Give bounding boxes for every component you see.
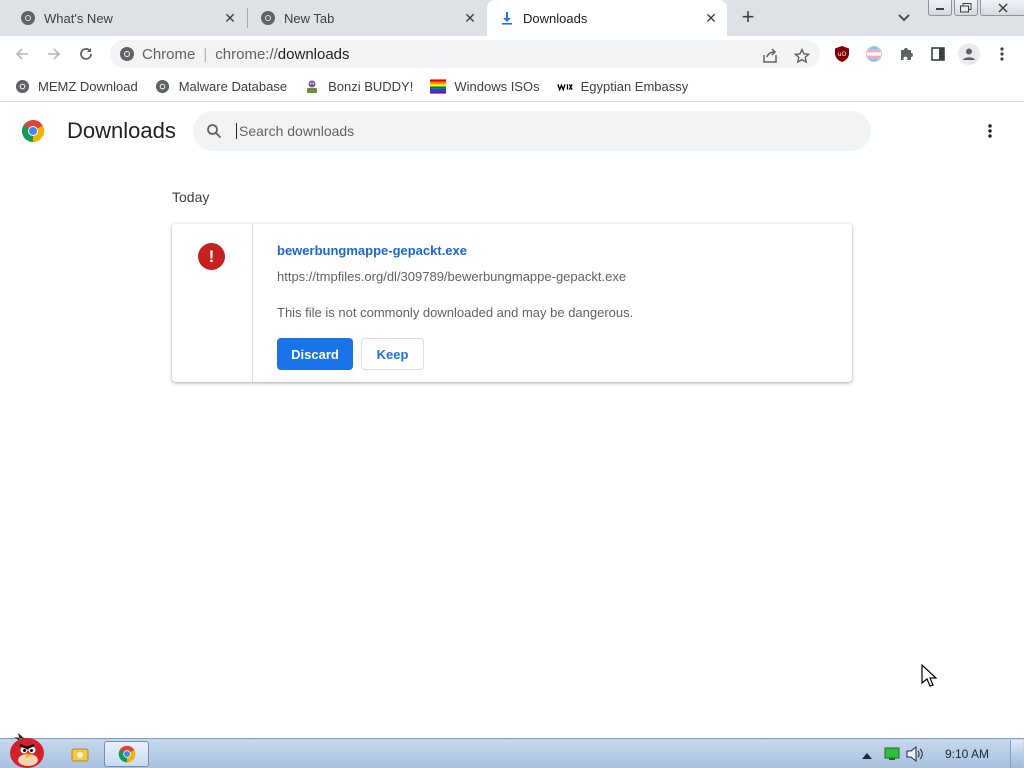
- bonzi-icon: [304, 79, 320, 95]
- forward-arrow-icon[interactable]: [42, 42, 66, 66]
- ublock-origin-icon[interactable]: uO: [832, 44, 852, 64]
- bookmark-label: Malware Database: [178, 79, 288, 94]
- explorer-quicklaunch-icon[interactable]: [71, 745, 89, 763]
- address-bar[interactable]: Chrome | chrome:// downloads: [110, 40, 820, 68]
- bookmark-label: Windows ISOs: [454, 79, 540, 94]
- url-host: downloads: [277, 45, 350, 63]
- back-arrow-icon[interactable]: [10, 42, 34, 66]
- chevron-down-icon[interactable]: [894, 8, 914, 28]
- download-item-card: ! bewerbungmappe-gepackt.exe https://tmp…: [172, 224, 852, 382]
- chrome-globe-icon: [260, 10, 276, 26]
- bookmark-bonzi-buddy[interactable]: Bonzi BUDDY!: [304, 79, 413, 95]
- tab-title: New Tab: [284, 10, 335, 26]
- restore-button[interactable]: [954, 0, 978, 16]
- site-chip: Chrome: [142, 45, 196, 63]
- show-hidden-icons-icon[interactable]: [861, 748, 873, 760]
- downloads-header: Downloads: [0, 103, 1024, 159]
- chrome-taskbar-icon: [118, 745, 135, 763]
- chrome-logo-icon: [21, 119, 45, 143]
- minimize-button[interactable]: [928, 0, 952, 16]
- start-button-angry-bird-icon[interactable]: [4, 729, 50, 768]
- url-scheme: chrome://: [215, 45, 278, 63]
- search-downloads-box[interactable]: [193, 111, 871, 151]
- discard-button[interactable]: Discard: [277, 338, 353, 370]
- bookmark-windows-isos[interactable]: Windows ISOs: [430, 79, 540, 95]
- close-icon[interactable]: ✕: [460, 8, 480, 28]
- download-file-name-link[interactable]: bewerbungmappe-gepackt.exe: [277, 243, 467, 258]
- download-icon-column: !: [172, 224, 253, 382]
- share-icon[interactable]: [760, 46, 780, 66]
- bookmark-label: Bonzi BUDDY!: [328, 79, 414, 94]
- bookmark-egyptian-embassy[interactable]: Egyptian Embassy: [556, 79, 689, 95]
- svg-text:uO: uO: [838, 51, 847, 58]
- profile-avatar-icon[interactable]: [958, 43, 980, 65]
- page-title: Downloads: [67, 118, 176, 143]
- close-icon[interactable]: ✕: [701, 8, 721, 28]
- download-source-url[interactable]: https://tmpfiles.org/dl/309789/bewerbung…: [277, 269, 626, 284]
- bookmark-label: Egyptian Embassy: [580, 79, 689, 94]
- omnibox-divider: |: [203, 45, 208, 63]
- chrome-globe-icon: [20, 10, 36, 26]
- mouse-pointer-icon: [921, 663, 939, 688]
- download-icon: [499, 10, 515, 26]
- window-controls: [928, 0, 1024, 16]
- tab-whats-new[interactable]: What's New ✕: [0, 0, 246, 36]
- search-input[interactable]: [236, 123, 796, 139]
- tab-title: What's New: [44, 10, 113, 26]
- more-actions-icon[interactable]: [978, 119, 1002, 143]
- puzzle-extensions-icon[interactable]: [896, 44, 916, 64]
- reload-icon[interactable]: [74, 42, 98, 66]
- globe-icon: [14, 79, 30, 95]
- network-icon[interactable]: [884, 747, 900, 761]
- show-desktop-button[interactable]: [1010, 740, 1023, 768]
- taskbar-chrome-button[interactable]: [104, 741, 149, 767]
- trans-flag-extension-icon[interactable]: [864, 44, 884, 64]
- tab-title: Downloads: [523, 10, 588, 26]
- search-icon: [204, 121, 224, 141]
- new-tab-button[interactable]: +: [736, 6, 760, 30]
- danger-warning-icon: !: [198, 243, 225, 270]
- tab-new-tab[interactable]: New Tab ✕: [248, 0, 486, 36]
- kebab-menu-icon[interactable]: [992, 44, 1012, 64]
- tab-downloads[interactable]: Downloads ✕: [487, 0, 727, 36]
- bookmark-label: MEMZ Download: [38, 79, 138, 94]
- date-heading: Today: [172, 189, 210, 205]
- close-icon[interactable]: ✕: [220, 8, 240, 28]
- bookmark-malware-database[interactable]: Malware Database: [155, 79, 287, 95]
- chrome-site-icon: [119, 46, 135, 62]
- taskbar: 9:10 AM: [0, 733, 1024, 768]
- bookmarks-bar: MEMZ Download Malware Database Bonzi BUD…: [0, 72, 1024, 102]
- rainbow-flag-icon: [430, 79, 447, 95]
- globe-icon: [155, 79, 171, 95]
- wix-icon: [556, 79, 573, 95]
- star-icon[interactable]: [792, 46, 812, 66]
- side-panel-icon[interactable]: [928, 44, 948, 64]
- system-clock[interactable]: 9:10 AM: [945, 747, 989, 761]
- window-close-button[interactable]: [980, 0, 1024, 16]
- browser-toolbar: Chrome | chrome:// downloads uO: [0, 36, 1024, 72]
- volume-icon[interactable]: [906, 745, 924, 763]
- keep-button[interactable]: Keep: [361, 338, 424, 370]
- dangerous-file-warning: This file is not commonly downloaded and…: [277, 305, 634, 320]
- tab-strip: What's New ✕ New Tab ✕ Downloads ✕ +: [0, 0, 1024, 36]
- bookmark-memz-download[interactable]: MEMZ Download: [14, 79, 138, 95]
